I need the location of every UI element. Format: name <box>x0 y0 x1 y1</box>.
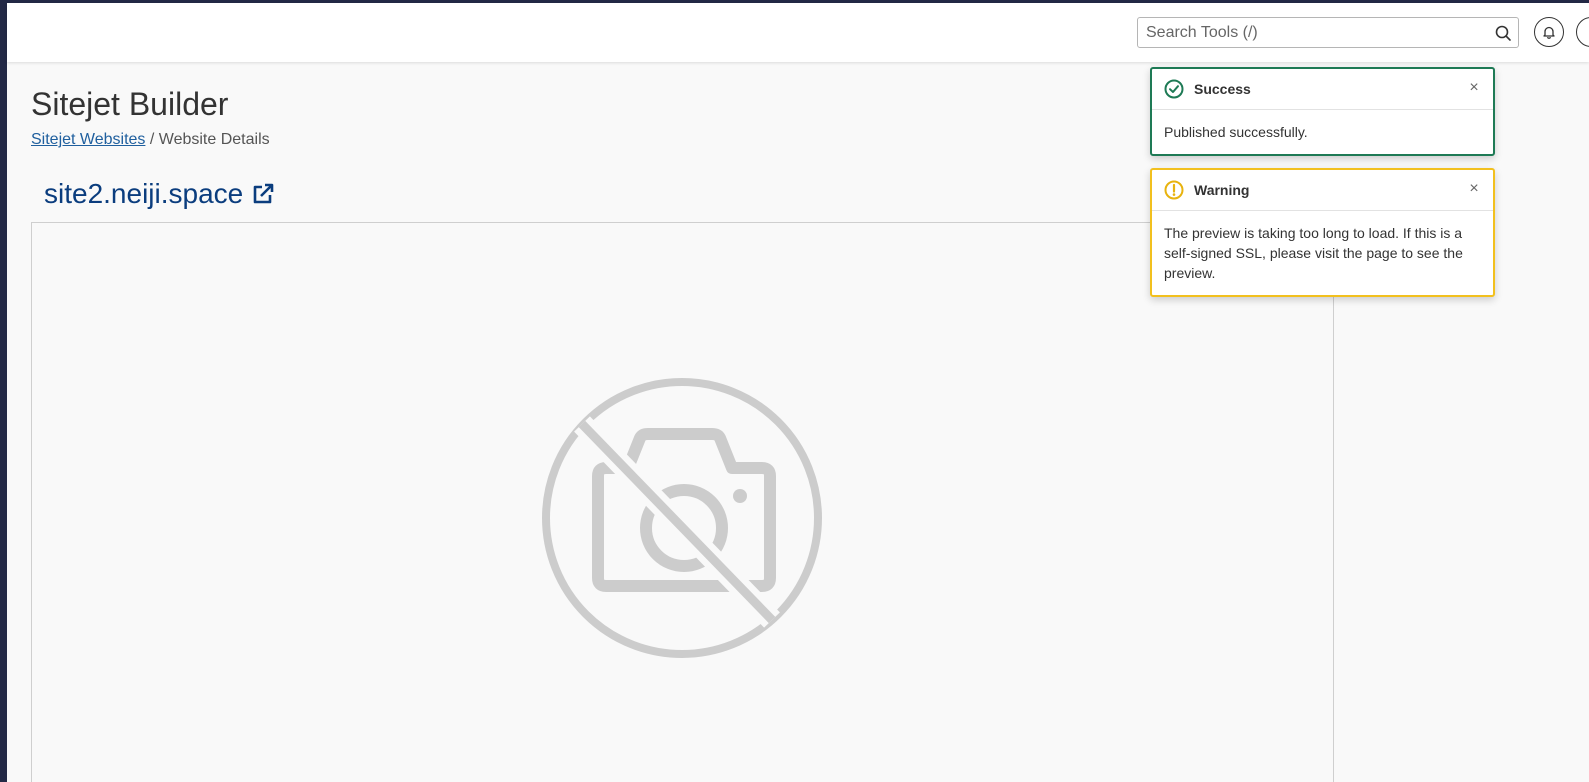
toast-warning-title: Warning <box>1194 182 1250 198</box>
toast-success-message: Published successfully. <box>1164 124 1308 140</box>
page-title: Sitejet Builder <box>31 86 229 122</box>
breadcrumb: Sitejet Websites / Website Details <box>31 131 270 149</box>
close-icon[interactable]: × <box>1465 79 1483 97</box>
site-link-label: site2.neiji.space <box>44 178 244 209</box>
breadcrumb-link-sitejet-websites[interactable]: Sitejet Websites <box>31 131 145 148</box>
exclamation-circle-icon <box>1164 180 1184 200</box>
toast-success-header: Success × <box>1152 69 1493 110</box>
app-frame: Sitejet Builder Sitejet Websites / Websi… <box>0 0 1589 782</box>
notifications-button[interactable] <box>1534 17 1564 47</box>
toast-success-title: Success <box>1194 81 1251 97</box>
user-menu-button[interactable] <box>1576 17 1589 47</box>
toast-warning-header: Warning × <box>1152 170 1493 211</box>
toast-success: Success × Published successfully. <box>1150 67 1495 156</box>
bell-icon <box>1543 26 1555 39</box>
no-image-icon <box>542 378 822 658</box>
check-circle-icon <box>1164 79 1184 99</box>
toast-warning-message: The preview is taking too long to load. … <box>1164 225 1463 281</box>
toast-warning: Warning × The preview is taking too long… <box>1150 168 1495 297</box>
top-bar <box>7 3 1589 62</box>
search-icon[interactable] <box>1494 24 1512 42</box>
search-input[interactable] <box>1138 18 1486 47</box>
external-link-icon <box>253 183 274 204</box>
search-box <box>1137 17 1519 48</box>
breadcrumb-separator: / <box>145 131 159 148</box>
breadcrumb-current: Website Details <box>158 131 270 148</box>
left-sidebar-strip <box>0 0 7 782</box>
site-link[interactable]: site2.neiji.space <box>44 178 275 210</box>
close-icon[interactable]: × <box>1465 180 1483 198</box>
